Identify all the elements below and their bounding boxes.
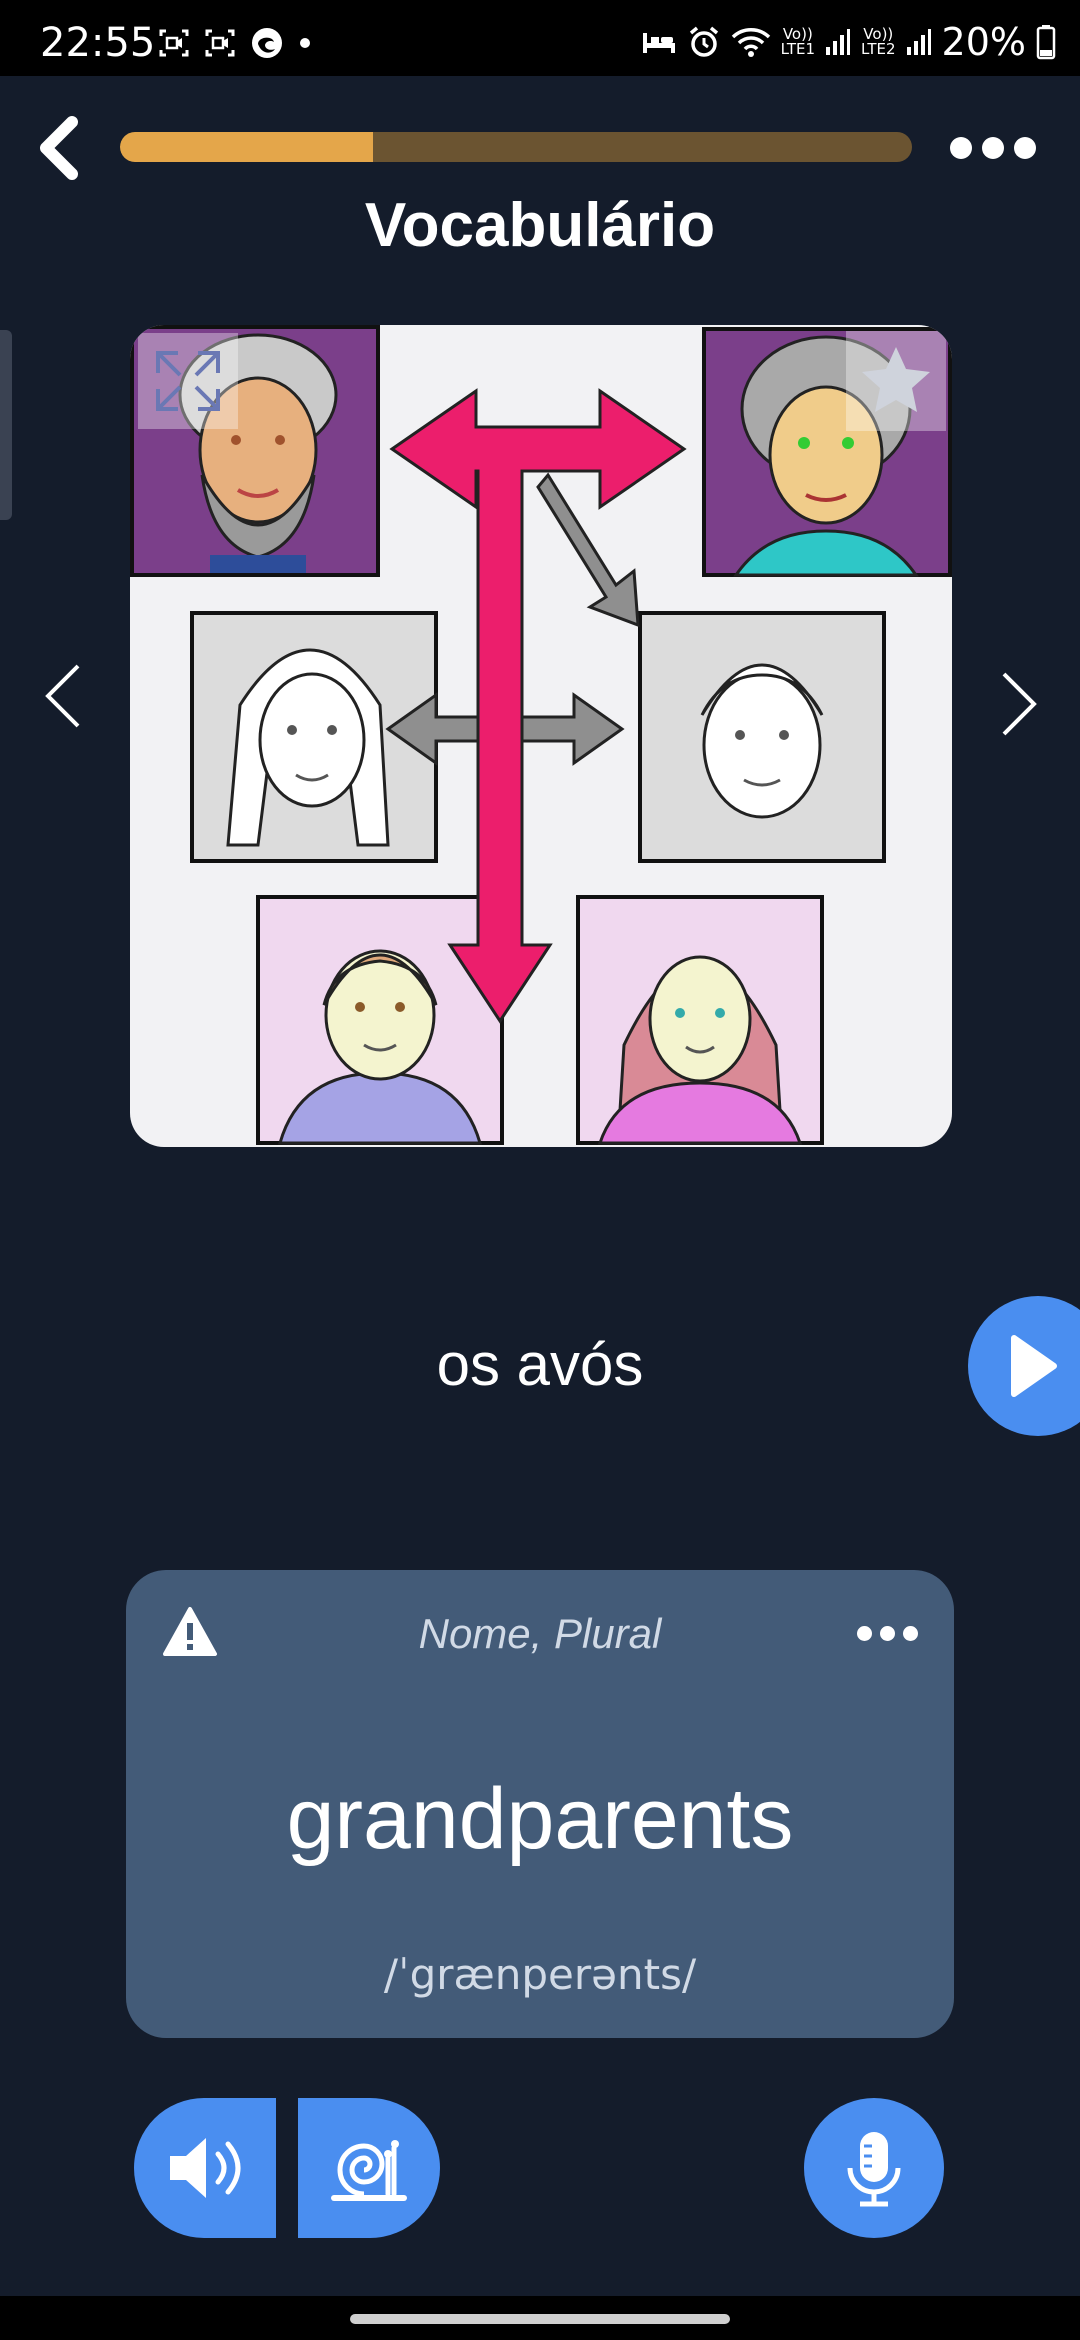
- status-time: 22:55: [40, 20, 156, 66]
- page-title: Vocabulário: [364, 191, 716, 260]
- vocabulary-illustration: [130, 325, 952, 1147]
- home-gesture-handle[interactable]: [350, 2314, 730, 2324]
- notification-dot-icon: [300, 38, 310, 48]
- more-dot: [1014, 137, 1036, 159]
- chevron-left-icon: [45, 664, 80, 728]
- next-card-button[interactable]: [992, 668, 1042, 740]
- translation-text: grandparents: [286, 1771, 794, 1867]
- son-portrait: [256, 895, 504, 1145]
- lesson-progress-fill: [120, 132, 374, 162]
- screen-record-icon: [159, 29, 189, 57]
- volte2-label: Vo)) LTE2: [861, 25, 896, 58]
- more-dot: [880, 1626, 895, 1641]
- back-button[interactable]: [28, 112, 92, 184]
- daughter-portrait: [576, 895, 824, 1145]
- edge-panel-handle[interactable]: [0, 330, 12, 520]
- lesson-progress-bar: [120, 132, 912, 162]
- expand-icon: [156, 351, 220, 411]
- signal-icon: [826, 29, 851, 55]
- more-dot: [857, 1626, 872, 1641]
- family-tree-illustration: [130, 325, 952, 1145]
- status-right-icons: Vo)) LTE1 Vo)) LTE2 20%: [641, 20, 1056, 64]
- previous-card-button[interactable]: [40, 660, 90, 732]
- battery-icon: [1036, 25, 1056, 60]
- translation-card: Nome, Plural grandparents /ˈgrænperənts/: [126, 1570, 954, 2038]
- status-bar: 22:55 Vo)) LTE1 Vo)) LTE2 20%: [0, 0, 1080, 76]
- expand-image-button[interactable]: [138, 333, 238, 429]
- speaker-icon: [170, 2138, 241, 2198]
- microphone-button[interactable]: [804, 2098, 944, 2238]
- part-of-speech: Nome, Plural: [418, 1610, 662, 1657]
- father-portrait: [638, 611, 886, 863]
- signal-icon: [906, 29, 931, 55]
- star-icon: [862, 347, 930, 412]
- chevron-right-icon: [1002, 672, 1037, 736]
- screen-capture-icon: [205, 29, 235, 57]
- slow-audio-button[interactable]: [298, 2098, 440, 2238]
- more-dot: [903, 1626, 918, 1641]
- more-options-button[interactable]: [950, 128, 1040, 168]
- alarm-icon: [689, 26, 718, 57]
- chevron-left-icon: [40, 116, 78, 180]
- play-icon: [1011, 1335, 1057, 1397]
- more-dot: [950, 137, 972, 159]
- battery-percent: 20%: [941, 20, 1026, 64]
- edge-icon: [252, 28, 282, 58]
- snail-icon: [331, 2140, 407, 2201]
- sleep-icon: [642, 33, 675, 53]
- listen-button[interactable]: [134, 2098, 276, 2238]
- play-audio-button[interactable]: [968, 1296, 1080, 1436]
- wifi-icon: [731, 28, 770, 57]
- card-more-button[interactable]: [857, 1626, 918, 1641]
- favorite-button[interactable]: [846, 331, 946, 431]
- vocabulary-word: os avós: [436, 1331, 644, 1398]
- volte1-label: Vo)) LTE1: [780, 25, 816, 58]
- status-left-icons: [158, 26, 312, 60]
- more-dot: [982, 137, 1004, 159]
- phonetic-transcription: /ˈgrænperənts/: [383, 1950, 697, 1999]
- microphone-icon: [847, 2132, 901, 2207]
